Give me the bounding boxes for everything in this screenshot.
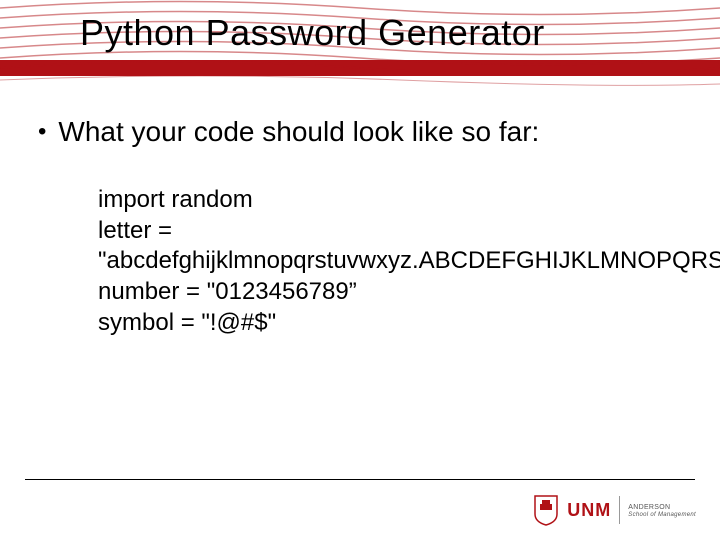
code-line: letter = "abcdefghijklmnopqrstuvwxyz.ABC… (98, 216, 658, 277)
bullet-dot-icon: • (38, 116, 46, 148)
footer-divider (25, 479, 695, 481)
code-line: import random (98, 185, 658, 216)
bullet-text: What your code should look like so far: (58, 116, 539, 148)
logo-main-text: UNM (567, 501, 611, 519)
bullet-item: • What your code should look like so far… (38, 116, 539, 148)
code-block: import random letter = "abcdefghijklmnop… (98, 185, 658, 339)
logo-crest-icon (533, 494, 559, 526)
logo-sub-text: ANDERSON (628, 504, 696, 511)
slide-title: Python Password Generator (80, 12, 545, 54)
footer-logo: UNM ANDERSON School of Management (533, 494, 696, 526)
logo-divider (619, 496, 620, 524)
code-line: symbol = "!@#$" (98, 308, 658, 339)
logo-sub-text: School of Management (628, 512, 696, 518)
code-line: number = "0123456789” (98, 277, 658, 308)
